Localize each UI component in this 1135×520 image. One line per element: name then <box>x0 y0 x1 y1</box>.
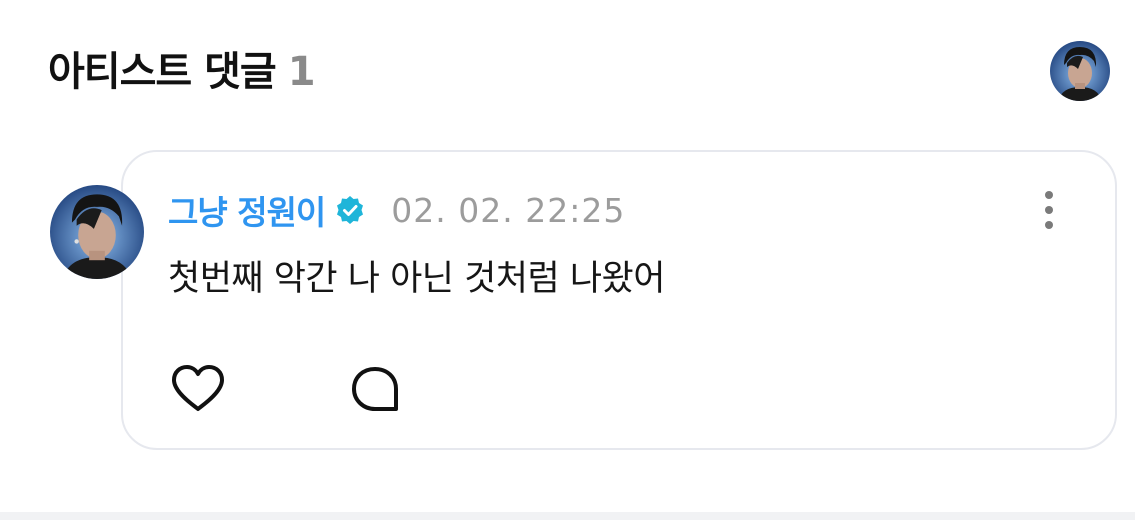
artist-comments-page: 아티스트 댓글 1 그냥 정원이 02. 02. 22:25 첫번째 악간 나 … <box>0 0 1135 520</box>
comment-count: 1 <box>287 49 316 95</box>
reply-button[interactable] <box>346 362 406 416</box>
more-vertical-icon[interactable] <box>1036 189 1062 231</box>
comment-timestamp: 02. 02. 22:25 <box>391 190 626 230</box>
verified-badge-icon <box>335 195 365 225</box>
bottom-divider <box>0 512 1135 520</box>
like-button[interactable] <box>168 362 228 416</box>
comment-text: 첫번째 악간 나 아닌 것처럼 나왔어 <box>168 259 665 299</box>
title-text: 아티스트 댓글 <box>48 49 277 95</box>
chat-bubble-outline-icon <box>352 367 398 411</box>
heart-outline-icon <box>172 365 224 411</box>
header-avatar-button[interactable] <box>1050 41 1110 101</box>
author-name[interactable]: 그냥 정원이 <box>168 186 326 234</box>
author-avatar-icon <box>50 185 144 279</box>
comment-meta: 그냥 정원이 02. 02. 22:25 <box>168 186 625 234</box>
page-title: 아티스트 댓글 1 <box>48 44 316 100</box>
user-avatar-icon <box>1050 41 1110 101</box>
author-avatar[interactable] <box>50 185 144 279</box>
